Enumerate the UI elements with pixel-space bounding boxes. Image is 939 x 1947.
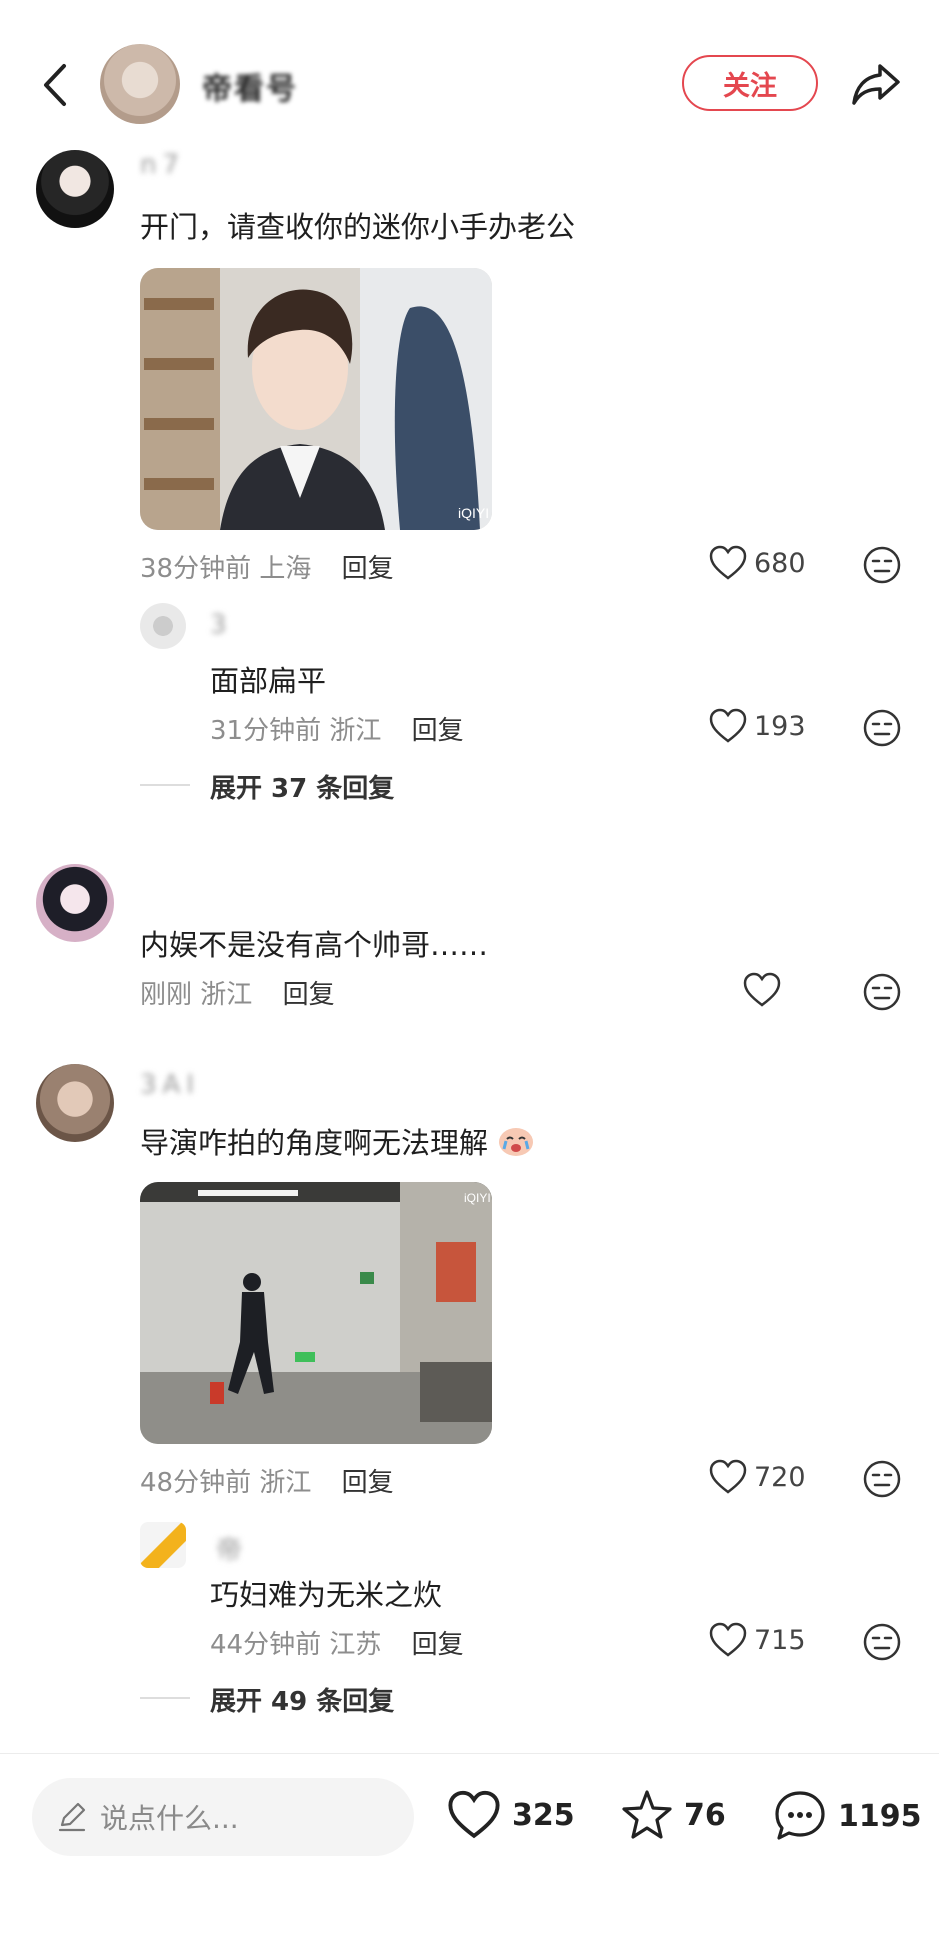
bottom-bar-divider — [0, 1753, 939, 1754]
dislike-face-icon[interactable] — [862, 1622, 902, 1662]
pencil-icon — [58, 1802, 86, 1832]
post-like-button[interactable]: 325 — [446, 1790, 575, 1840]
comment-time: 48分钟前 — [140, 1468, 252, 1498]
commenter-avatar[interactable] — [36, 864, 114, 942]
heart-icon — [448, 1790, 500, 1839]
comment-text: 开门，请查收你的迷你小手办老公 — [140, 210, 576, 244]
crying-emoji-icon — [499, 1128, 534, 1156]
like-button[interactable]: 193 — [708, 708, 806, 744]
commenter-avatar[interactable] — [36, 150, 114, 228]
image-watermark: iQIYI — [464, 1191, 491, 1205]
comment-text: 内娱不是没有高个帅哥…… — [140, 928, 489, 962]
comment-meta: 48分钟前 浙江 回复 — [140, 1462, 394, 1499]
reply-username[interactable]: 帝 — [216, 1530, 248, 1567]
corridor-photo: iQIYI — [140, 1182, 492, 1444]
account-name[interactable]: 帝看号 — [202, 64, 298, 108]
reply-time: 31分钟前 — [210, 716, 322, 746]
reply-button[interactable]: 回复 — [412, 716, 464, 746]
post-comment-button[interactable]: 1195 — [772, 1788, 922, 1844]
reply-username[interactable]: 3 — [210, 610, 233, 640]
commenter-avatar[interactable] — [36, 1064, 114, 1142]
commenter-username[interactable]: 3AI — [140, 1070, 200, 1100]
comment-location: 浙江 — [259, 1468, 312, 1498]
reply-button[interactable]: 回复 — [283, 980, 335, 1010]
like-button[interactable] — [742, 972, 788, 1008]
post-comment-count: 1195 — [838, 1798, 922, 1834]
reply-meta: 31分钟前 浙江 回复 — [210, 710, 464, 747]
post-like-count: 325 — [512, 1797, 575, 1833]
expand-replies-button[interactable]: 展开 37 条回复 — [210, 768, 394, 805]
comment-location: 浙江 — [200, 980, 253, 1010]
like-count: 193 — [754, 710, 806, 742]
follow-button[interactable]: 关注 — [682, 55, 818, 111]
chat-bubble-icon — [775, 1791, 825, 1840]
comment-meta: 刚刚 浙江 回复 — [140, 974, 335, 1011]
heart-icon — [709, 1622, 747, 1657]
reply-avatar[interactable] — [140, 603, 186, 649]
image-watermark: iQIYI — [458, 505, 489, 521]
like-count: 715 — [754, 1624, 806, 1656]
comment-image[interactable]: iQIYI — [140, 1182, 492, 1444]
reply-button[interactable]: 回复 — [342, 1468, 394, 1498]
like-count: 680 — [754, 547, 806, 579]
back-arrow-icon[interactable] — [36, 60, 76, 110]
heart-icon — [709, 545, 747, 580]
reply-avatar[interactable] — [140, 1522, 186, 1568]
post-collect-button[interactable]: 76 — [620, 1788, 726, 1842]
dislike-face-icon[interactable] — [862, 972, 902, 1012]
reply-location: 江苏 — [329, 1630, 382, 1660]
like-button[interactable]: 680 — [708, 545, 806, 581]
comment-input-placeholder: 说点什么... — [100, 1802, 239, 1835]
comment-input[interactable]: 说点什么... — [32, 1778, 414, 1856]
comment-location: 上海 — [259, 554, 312, 584]
comment-meta: 38分钟前 上海 回复 — [140, 548, 394, 585]
like-count: 720 — [754, 1461, 806, 1493]
comment-time: 刚刚 — [140, 980, 193, 1010]
reply-button[interactable]: 回复 — [412, 1630, 464, 1660]
share-icon[interactable] — [850, 60, 902, 108]
dislike-face-icon[interactable] — [862, 1459, 902, 1499]
dislike-face-icon[interactable] — [862, 545, 902, 585]
heart-icon — [743, 972, 781, 1007]
comment-time: 38分钟前 — [140, 554, 252, 584]
comment-text-row: 导演咋拍的角度啊无法理解 — [140, 1120, 535, 1162]
post-collect-count: 76 — [684, 1797, 726, 1833]
portrait-photo: iQIYI — [140, 268, 492, 530]
commenter-username[interactable]: n7 — [140, 150, 185, 180]
expand-divider — [140, 784, 190, 786]
heart-icon — [709, 1459, 747, 1494]
account-avatar[interactable] — [100, 44, 180, 124]
expand-divider — [140, 1697, 190, 1699]
like-button[interactable]: 720 — [708, 1459, 806, 1495]
reply-text: 面部扁平 — [210, 664, 327, 698]
reply-button[interactable]: 回复 — [342, 554, 394, 584]
heart-icon — [709, 708, 747, 743]
expand-replies-button[interactable]: 展开 49 条回复 — [210, 1681, 394, 1718]
reply-time: 44分钟前 — [210, 1630, 322, 1660]
comment-text: 导演咋拍的角度啊无法理解 — [140, 1126, 489, 1160]
reply-location: 浙江 — [329, 716, 382, 746]
comment-image[interactable]: iQIYI — [140, 268, 492, 530]
reply-meta: 44分钟前 江苏 回复 — [210, 1624, 464, 1661]
reply-text: 巧妇难为无米之炊 — [210, 1578, 443, 1612]
dislike-face-icon[interactable] — [862, 708, 902, 748]
like-button[interactable]: 715 — [708, 1622, 806, 1658]
star-icon — [622, 1790, 672, 1839]
